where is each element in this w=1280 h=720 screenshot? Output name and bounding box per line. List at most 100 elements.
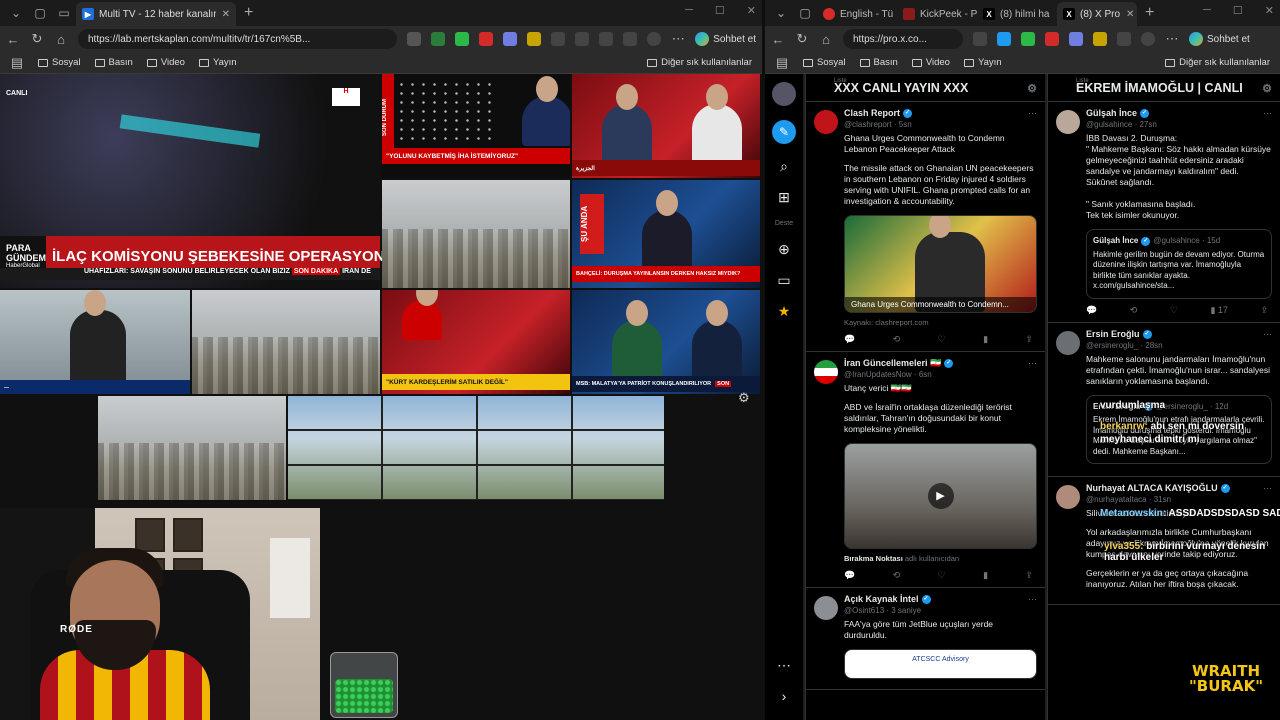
expand-sidebar-icon[interactable]: › <box>782 688 787 704</box>
video-thumbnail[interactable]: ▶ <box>844 443 1037 549</box>
avatar[interactable] <box>1056 485 1080 509</box>
tv-channel-2[interactable]: SON DURUM "YOLUNU KAYBETMİŞ İHA İSTEMİYO… <box>382 74 570 178</box>
extension-icon[interactable] <box>479 32 494 46</box>
bookmark-folder-basin[interactable]: Basın <box>859 57 898 68</box>
link-card-image[interactable]: Ghana Urges Commonwealth to Condemn... <box>844 215 1037 313</box>
close-tab-icon[interactable]: ✕ <box>1126 9 1134 20</box>
extension-icon[interactable] <box>599 32 614 46</box>
other-bookmarks[interactable]: Diğer sık kullanılanlar <box>647 57 752 68</box>
add-column-icon[interactable]: ⊞ <box>778 189 790 206</box>
profile-avatar[interactable] <box>1141 32 1155 46</box>
tv-channel-11[interactable] <box>288 396 664 500</box>
author-name[interactable]: İran Güncellemeleri 🇮🇷 <box>844 358 941 369</box>
new-deck-icon[interactable]: ⊕ <box>778 241 790 258</box>
extension-icon[interactable] <box>973 32 987 46</box>
new-tab-icon[interactable]: + <box>244 4 253 22</box>
reply-icon[interactable]: 💬 <box>844 570 855 581</box>
tv-channel-8[interactable]: "KÜRT KARDEŞLERİM SATILIK DEĞİL" <box>382 290 570 394</box>
extension-icon[interactable] <box>1117 32 1131 46</box>
extension-icon[interactable] <box>503 32 518 46</box>
avatar[interactable] <box>1056 110 1080 134</box>
tab-actions-icon[interactable]: ⌄ <box>769 1 793 25</box>
tv-channel-6[interactable]: — <box>0 290 190 394</box>
tv-channel-9[interactable]: MSB: MALATYA'YA PATRİOT KONUŞLANDIRILIYO… <box>572 290 760 394</box>
more-options-icon[interactable]: ⋯ <box>777 657 791 674</box>
bookmark-folder-video[interactable]: Video <box>911 57 950 68</box>
link-source[interactable]: Kaynakı: clashreport.com <box>844 317 1037 328</box>
tab-x-pro[interactable]: X (8) X Pro ✕ <box>1057 2 1137 26</box>
more-menu-icon[interactable]: ⋯ <box>671 31 685 47</box>
tab-groups-icon[interactable]: ▭ <box>52 1 76 25</box>
close-tab-icon[interactable]: ✕ <box>222 9 230 20</box>
tab-actions-icon[interactable]: ⌄ <box>4 1 28 25</box>
extension-icon[interactable] <box>1045 32 1059 46</box>
retweet-icon[interactable]: ⟲ <box>1130 305 1138 316</box>
like-icon[interactable]: ♡ <box>938 570 946 581</box>
close-window-icon[interactable]: ✕ <box>747 4 756 17</box>
workspaces-icon[interactable]: ▢ <box>793 1 817 25</box>
minimize-icon[interactable]: ─ <box>1203 4 1211 17</box>
bookmark-folder-basin[interactable]: Basın <box>94 57 133 68</box>
account-avatar[interactable] <box>772 82 796 106</box>
maximize-icon[interactable]: ☐ <box>715 4 725 17</box>
extension-icon[interactable] <box>455 32 470 46</box>
extension-icon[interactable] <box>1093 32 1107 46</box>
more-menu-icon[interactable]: ⋯ <box>1165 31 1179 47</box>
author-name[interactable]: Açık Kaynak İntel <box>844 594 919 605</box>
tv-channel-4[interactable] <box>382 180 570 288</box>
copilot-chat-button[interactable]: Sohbet et <box>695 32 756 46</box>
extension-icon[interactable] <box>527 32 542 46</box>
bookmark-folder-sosyal[interactable]: Sosyal <box>803 57 846 68</box>
copilot-chat-button[interactable]: Sohbet et <box>1189 32 1250 46</box>
more-icon[interactable]: ⋯ <box>1263 483 1272 494</box>
reload-icon[interactable]: ↻ <box>30 31 44 47</box>
column-settings-icon[interactable]: ⚙ <box>1027 82 1037 95</box>
other-bookmarks[interactable]: Diğer sık kullanılanlar <box>1165 57 1270 68</box>
home-icon[interactable]: ⌂ <box>819 32 833 47</box>
like-icon[interactable]: ♡ <box>938 334 946 345</box>
more-icon[interactable]: ⋯ <box>1028 594 1037 605</box>
url-field[interactable]: https://lab.mertskaplan.com/multitv/tr/1… <box>78 29 398 49</box>
avatar[interactable] <box>1056 330 1080 355</box>
tab-kickpeek[interactable]: KickPeek - P ✕ <box>897 2 977 26</box>
avatar[interactable] <box>814 110 838 134</box>
tv-channel-7[interactable] <box>192 290 380 394</box>
image-attachment[interactable]: ATCSCC Advisory <box>844 649 1037 679</box>
tv-channel-3[interactable]: الجزيرة <box>572 74 760 178</box>
tv-channel-5[interactable]: ŞU ANDA BAHÇELİ: DURUŞMA YAYINLANSIN DER… <box>572 180 760 288</box>
extension-icon[interactable] <box>1021 32 1035 46</box>
url-field[interactable]: https://pro.x.co... <box>843 29 963 49</box>
favorite-star-icon[interactable] <box>997 32 1011 46</box>
close-window-icon[interactable]: ✕ <box>1265 4 1274 17</box>
author-name[interactable]: Clash Report <box>844 108 900 119</box>
more-icon[interactable]: ⋯ <box>1263 108 1272 119</box>
tweet[interactable]: ⋯ Açık Kaynak İntel ✓ @Osint613 · 3 saniy… <box>806 588 1045 690</box>
like-icon[interactable]: ♡ <box>1170 305 1178 316</box>
reload-icon[interactable]: ↻ <box>795 31 809 47</box>
maximize-icon[interactable]: ☐ <box>1233 4 1243 17</box>
bookmark-folder-video[interactable]: Video <box>146 57 185 68</box>
extension-icon[interactable] <box>623 32 638 46</box>
retweet-icon[interactable]: ⟲ <box>893 570 901 581</box>
views-icon[interactable]: ▮ <box>983 570 988 581</box>
reply-icon[interactable]: 💬 <box>1086 305 1097 316</box>
bookmarks-menu-icon[interactable]: ▤ <box>10 55 24 71</box>
back-icon[interactable]: ← <box>6 32 20 47</box>
minimize-icon[interactable]: ─ <box>685 4 693 17</box>
more-icon[interactable]: ⋯ <box>1028 108 1037 119</box>
play-icon[interactable]: ▶ <box>927 483 954 509</box>
tv-channel-10[interactable] <box>98 396 286 500</box>
tweet[interactable]: ⋯ İran Güncellemeleri 🇮🇷 ✓ @IranUpdatesNo… <box>806 352 1045 588</box>
extension-icon[interactable] <box>431 32 446 46</box>
author-name[interactable]: Gülşah İnce <box>1086 108 1137 119</box>
tweet[interactable]: ⋯ Gülşah İnce ✓ @gulsahince · 27sn İBB Da… <box>1048 102 1280 323</box>
deck-list-icon[interactable]: ▭ <box>777 272 790 289</box>
tab-multitv[interactable]: ▶ Multi TV - 12 haber kanalını aynı a ✕ <box>76 2 236 26</box>
bookmarks-menu-icon[interactable]: ▤ <box>775 55 789 71</box>
workspaces-icon[interactable]: ▢ <box>28 1 52 25</box>
tab-x-hilmi[interactable]: X (8) hilmi ha ✕ <box>977 2 1057 26</box>
avatar[interactable] <box>814 360 838 384</box>
avatar[interactable] <box>814 596 838 620</box>
more-icon[interactable]: ⋯ <box>1028 358 1037 369</box>
reply-icon[interactable]: 💬 <box>844 334 855 345</box>
